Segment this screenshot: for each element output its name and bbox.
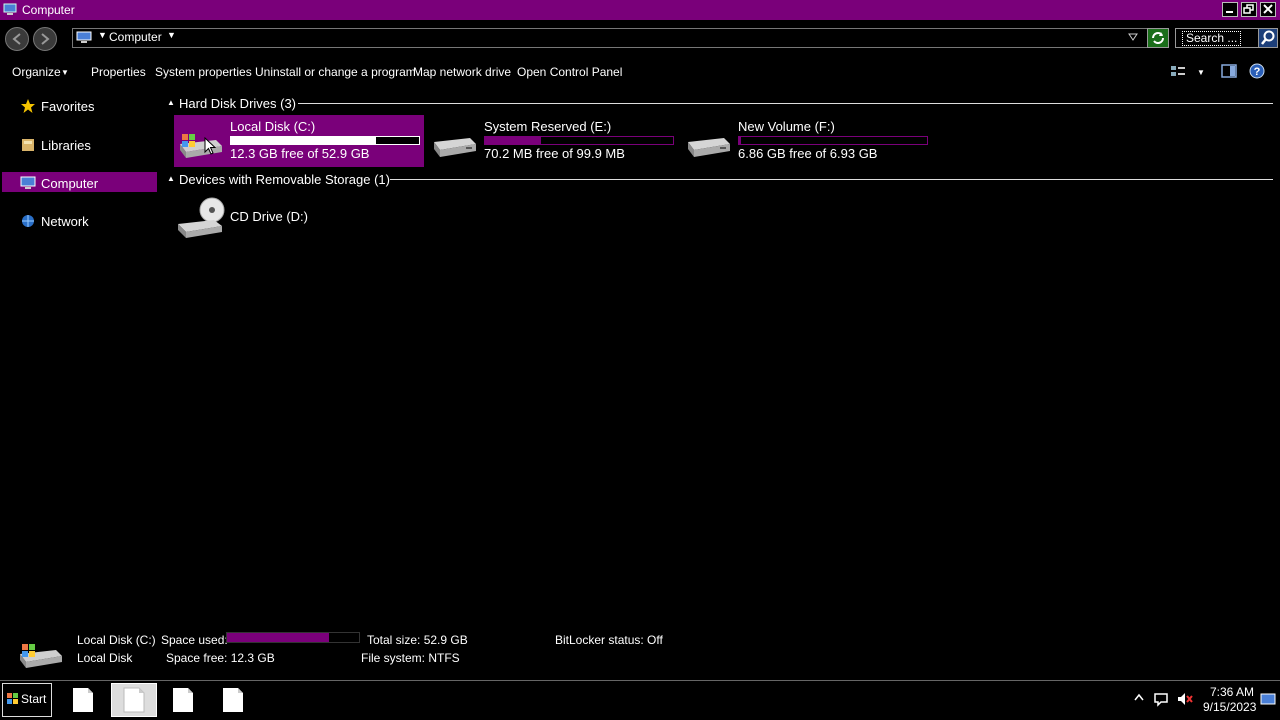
view-dropdown-icon[interactable]: ▼ (1197, 68, 1205, 77)
computer-icon (20, 176, 36, 189)
show-desktop-icon[interactable] (1260, 691, 1276, 707)
collapse-hdd-icon[interactable]: ▲ (167, 98, 175, 107)
section-divider (390, 179, 1273, 180)
drive-e-usage-fill (485, 137, 542, 144)
close-button[interactable] (1260, 2, 1276, 17)
drive-c-usage-fill (231, 137, 376, 144)
breadcrumb-computer[interactable]: Computer (109, 30, 162, 44)
drive-f-name[interactable]: New Volume (F:) (738, 119, 835, 134)
svg-text:?: ? (1254, 66, 1261, 78)
windows-drive-icon (20, 644, 62, 668)
computer-icon (76, 31, 92, 43)
drive-f-usage-fill (739, 137, 741, 144)
drive-c-free: 12.3 GB free of 52.9 GB (230, 146, 370, 161)
minimize-icon (1226, 11, 1233, 13)
details-name: Local Disk (C:) (77, 633, 156, 647)
collapse-removable-icon[interactable]: ▲ (167, 174, 175, 183)
taskbar-app-4[interactable] (210, 683, 256, 717)
details-space-used-label: Space used: (161, 633, 228, 647)
arrow-left-icon (12, 33, 21, 45)
drive-f-usage-bar (738, 136, 928, 145)
drive-e-name[interactable]: System Reserved (E:) (484, 119, 611, 134)
drive-c-usage-bar (230, 136, 420, 145)
document-icon (73, 688, 93, 712)
clock-date[interactable]: 9/15/2023 (1203, 700, 1256, 714)
speaker-muted-icon[interactable] (1176, 691, 1194, 707)
window-title: Computer (22, 3, 75, 17)
start-label[interactable]: Start (21, 692, 46, 706)
properties-button[interactable]: Properties (91, 65, 146, 79)
mouse-cursor-icon (204, 137, 217, 155)
breadcrumb-dropdown-icon[interactable]: ▼ (167, 30, 176, 40)
nav-libraries[interactable]: Libraries (41, 138, 91, 153)
hard-drive-icon[interactable] (430, 130, 478, 160)
drive-d-name[interactable]: CD Drive (D:) (230, 209, 308, 224)
details-total-size: Total size: 52.9 GB (367, 633, 468, 647)
chevron-up-icon[interactable] (1133, 692, 1145, 704)
view-options-icon[interactable] (1170, 63, 1186, 79)
title-bar: Computer (0, 0, 1280, 20)
document-icon (223, 688, 243, 712)
back-button[interactable] (5, 27, 29, 51)
document-icon (173, 688, 193, 712)
chevron-down-icon[interactable]: ▼ (61, 68, 69, 77)
open-control-panel-button[interactable]: Open Control Panel (517, 65, 622, 79)
section-hard-disk-drives[interactable]: Hard Disk Drives (3) (179, 96, 296, 111)
taskbar-app-explorer-active[interactable] (111, 683, 157, 717)
map-network-drive-button[interactable]: Map network drive (413, 65, 511, 79)
details-space-free: Space free: 12.3 GB (166, 651, 275, 665)
refresh-icon (1152, 32, 1164, 44)
details-type: Local Disk (77, 651, 133, 665)
cd-drive-icon[interactable] (176, 196, 226, 240)
refresh-button[interactable] (1147, 28, 1169, 48)
taskbar-app-1[interactable] (60, 683, 106, 717)
address-bar[interactable] (72, 28, 1169, 48)
minimize-button[interactable] (1222, 2, 1238, 17)
address-history-icon[interactable] (1127, 31, 1139, 43)
system-properties-button[interactable]: System properties (155, 65, 252, 79)
search-button[interactable] (1258, 28, 1278, 48)
clock-time[interactable]: 7:36 AM (1210, 685, 1254, 699)
drive-f-free: 6.86 GB free of 6.93 GB (738, 146, 878, 161)
network-icon (22, 215, 34, 227)
search-icon (1261, 30, 1275, 45)
details-bitlocker: BitLocker status: Off (555, 633, 663, 647)
section-removable-storage[interactable]: Devices with Removable Storage (1) (179, 172, 390, 187)
uninstall-program-button[interactable]: Uninstall or change a program (255, 65, 416, 79)
close-icon (1263, 4, 1273, 14)
details-file-system: File system: NTFS (361, 651, 460, 665)
document-icon (123, 687, 145, 713)
organize-button[interactable]: Organize (12, 65, 61, 79)
search-placeholder[interactable]: Search ... (1182, 31, 1242, 46)
section-divider (298, 103, 1273, 104)
nav-favorites[interactable]: Favorites (41, 99, 94, 114)
restore-button[interactable] (1241, 2, 1257, 17)
drive-e-usage-bar (484, 136, 674, 145)
computer-icon (3, 3, 17, 15)
taskbar-app-3[interactable] (160, 683, 206, 717)
details-usage-fill (227, 633, 329, 642)
details-usage-bar (226, 632, 360, 643)
drive-e-free: 70.2 MB free of 99.9 MB (484, 146, 625, 161)
nav-network[interactable]: Network (41, 214, 89, 229)
arrow-right-icon (41, 33, 50, 45)
breadcrumb-arrow-icon[interactable]: ▼ (98, 30, 107, 40)
help-icon[interactable]: ? (1249, 63, 1265, 79)
windows-logo-icon (7, 693, 18, 704)
forward-button[interactable] (33, 27, 57, 51)
drive-c-name: Local Disk (C:) (230, 119, 316, 134)
star-icon (21, 99, 35, 113)
nav-computer[interactable]: Computer (41, 176, 98, 191)
action-center-icon[interactable] (1153, 691, 1169, 707)
preview-pane-icon[interactable] (1221, 63, 1237, 79)
hard-drive-icon[interactable] (684, 130, 732, 160)
restore-icon (1243, 4, 1254, 14)
libraries-icon (22, 139, 34, 151)
